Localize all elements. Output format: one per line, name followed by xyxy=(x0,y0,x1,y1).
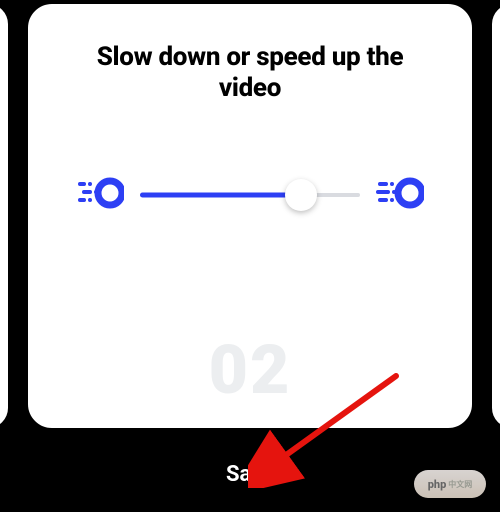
watermark-badge: php 中文网 xyxy=(414,470,486,498)
step-number: 02 xyxy=(209,330,292,410)
watermark-suffix: 中文网 xyxy=(448,479,472,490)
speed-slider[interactable] xyxy=(140,183,360,207)
prev-onboarding-card[interactable] xyxy=(0,0,12,432)
onboarding-card: Slow down or speed up the video xyxy=(24,0,476,432)
slow-speed-icon xyxy=(76,176,124,214)
watermark-brand: php xyxy=(428,478,447,491)
speed-slider-fill xyxy=(140,193,301,198)
next-onboarding-card[interactable] xyxy=(488,0,500,432)
speed-slider-row xyxy=(28,176,472,214)
fast-speed-icon xyxy=(376,176,424,214)
onboarding-title: Slow down or speed up the video xyxy=(28,42,472,104)
speed-slider-thumb[interactable] xyxy=(285,179,317,211)
